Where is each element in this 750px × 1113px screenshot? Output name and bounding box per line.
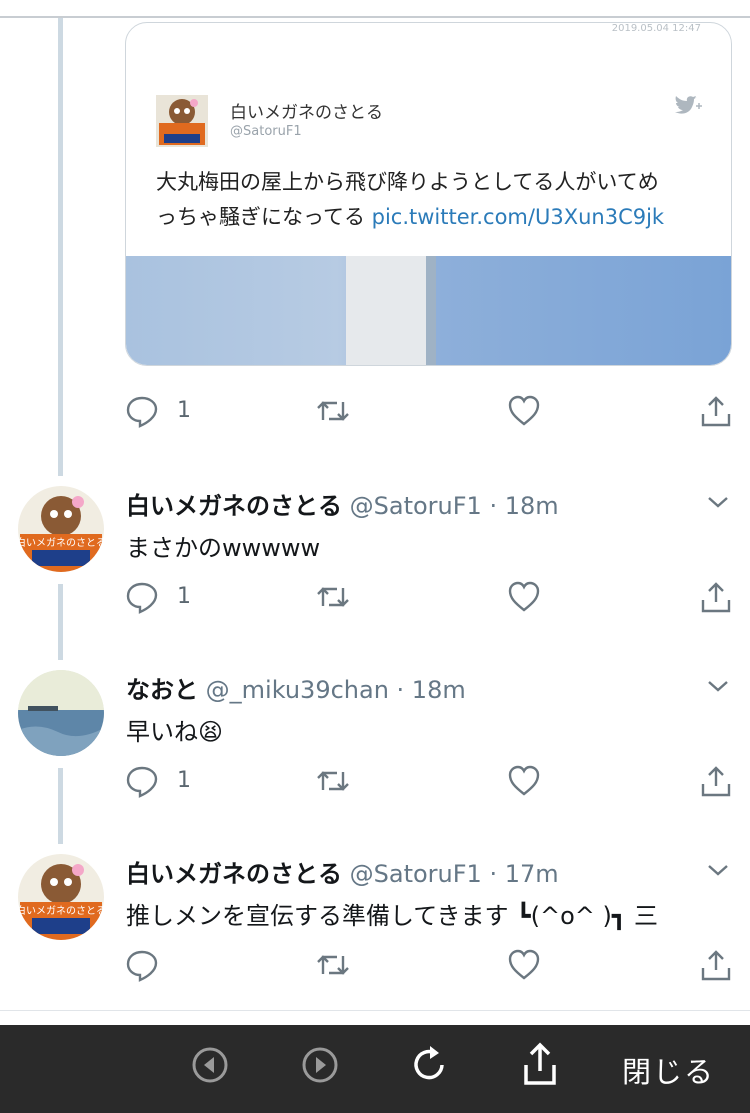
share-button[interactable] [699,764,733,800]
card-timestamp: 2019.05.04 12:47 [611,23,701,34]
share-button[interactable] [699,580,733,616]
reply-icon [126,396,158,428]
card-tweet-text: 大丸梅田の屋上から飛び降りようとしてる人がいてめ っちゃ騒ぎになってる pic.… [156,165,706,235]
reply-icon [126,582,158,614]
embedded-tweet-card[interactable]: 2019.05.04 12:47 白いメガネのさとる @SatoruF1 大丸梅… [125,22,732,366]
reply-button[interactable]: 1 [125,580,205,616]
thread-line [58,18,63,476]
heart-icon [508,395,540,426]
top-divider [0,16,750,18]
monkey-avatar[interactable]: 白いメガネのさとる [18,486,104,572]
retweet-icon [317,771,349,791]
tweet-text: まさかのwwwww [126,534,321,562]
card-author-handle: @SatoruF1 [230,124,302,139]
share-icon [701,950,731,981]
reply-button[interactable]: 1 [125,764,205,800]
tweet-action-bar: 1 [125,580,735,616]
tweet-action-bar: 1 [125,764,735,800]
tweet-meta: @SatoruF1 · 18m [349,492,559,520]
tweet-header: 白いメガネのさとる @SatoruF1 · 18m [126,486,559,521]
chevron-down-icon[interactable] [706,494,730,510]
share-icon[interactable] [518,1041,562,1089]
heart-icon [508,949,540,980]
tweet-action-bar [125,948,735,984]
monkey-avatar[interactable]: 白いメガネのさとる [18,854,104,940]
like-button[interactable] [507,394,541,430]
reply-icon [126,950,158,982]
reply-button[interactable] [125,948,205,984]
close-button[interactable]: 閉じる [622,1049,715,1091]
retweet-icon [317,401,349,421]
browser-toolbar: 閉じる [0,1025,750,1113]
reply-count: 1 [177,584,191,609]
content-divider [0,1010,750,1011]
card-avatar [156,95,208,147]
share-icon [701,396,731,427]
card-author-name: 白いメガネのさとる [230,103,383,123]
tweet-text: 推しメンを宣伝する準備してきます ┗(^o^ )┓ 三 [126,902,658,930]
like-button[interactable] [507,764,541,800]
like-button[interactable] [507,948,541,984]
retweet-icon [317,587,349,607]
twitter-bird-icon [675,96,702,114]
retweet-button[interactable] [315,948,351,984]
tweet-author-name[interactable]: 白いメガネのさとる [126,860,342,888]
tweet-header: なおと @_miku39chan · 18m [126,670,466,705]
retweet-button[interactable] [315,580,351,616]
reply-icon [126,766,158,798]
svg-text:白いメガネのさとる: 白いメガネのさとる [18,904,104,917]
chevron-down-icon[interactable] [706,678,730,694]
share-icon [701,582,731,613]
tweet-header: 白いメガネのさとる @SatoruF1 · 17m [126,854,559,889]
forward-icon[interactable] [300,1045,340,1085]
building-image [346,256,426,365]
retweet-icon [317,955,349,975]
retweet-button[interactable] [315,764,351,800]
share-button[interactable] [699,948,733,984]
chevron-down-icon[interactable] [706,862,730,878]
like-button[interactable] [507,580,541,616]
reply-count: 1 [177,768,191,793]
svg-text:白いメガネのさとる: 白いメガネのさとる [18,536,104,549]
share-icon [701,766,731,797]
sea-avatar[interactable] [18,670,104,756]
card-action-bar: 1 [125,394,735,430]
heart-icon [508,765,540,796]
card-photo[interactable] [126,256,731,365]
reload-icon[interactable] [408,1043,452,1087]
thread-line [58,768,63,844]
share-button[interactable] [699,394,733,430]
tweet-meta: @SatoruF1 · 17m [349,860,559,888]
back-icon[interactable] [190,1045,230,1085]
tweet-meta: @_miku39chan · 18m [205,676,466,704]
building-shadow [426,256,436,365]
reply-button[interactable]: 1 [125,394,205,430]
tweet-author-name[interactable]: 白いメガネのさとる [126,492,342,520]
tweet-text: 早いね😫 [126,718,224,746]
card-text-line2: っちゃ騒ぎになってる [156,205,365,229]
card-photo-link[interactable]: pic.twitter.com/U3Xun3C9jk [372,205,664,229]
thread-line [58,584,63,660]
card-text-line1: 大丸梅田の屋上から飛び降りようとしてる人がいてめ [156,170,659,194]
reply-count: 1 [177,398,191,423]
heart-icon [508,581,540,612]
tweet-author-name[interactable]: なおと [126,676,198,704]
retweet-button[interactable] [315,394,351,430]
